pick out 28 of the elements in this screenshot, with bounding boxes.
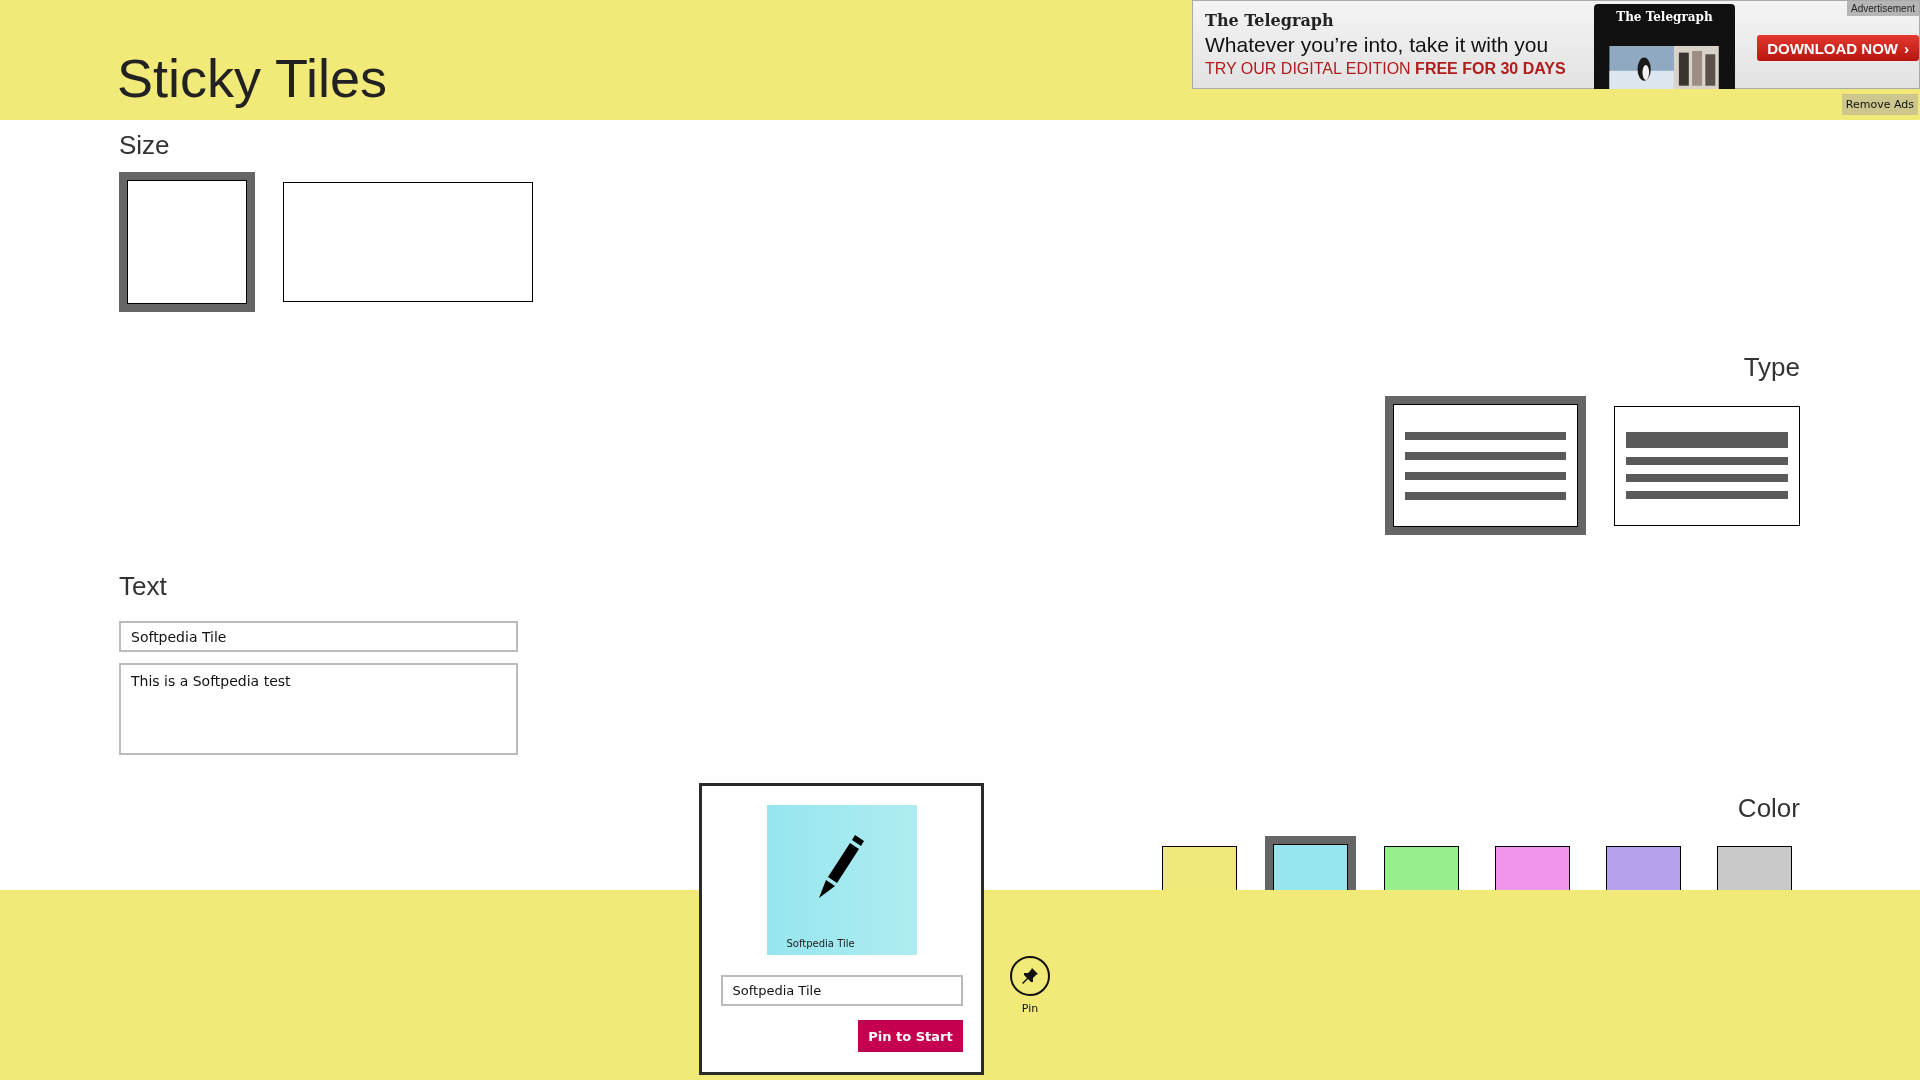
ad-offer: TRY OUR DIGITAL EDITION FREE FOR 30 DAYS xyxy=(1205,60,1566,78)
color-swatch[interactable] xyxy=(1495,846,1570,891)
download-button[interactable]: DOWNLOAD NOW › xyxy=(1757,35,1919,61)
section-label: Text xyxy=(119,571,167,601)
size-option[interactable] xyxy=(283,182,533,302)
remove-ads-button[interactable]: Remove Ads xyxy=(1841,94,1918,115)
color-swatch[interactable] xyxy=(1162,846,1237,891)
color-swatch[interactable] xyxy=(1606,846,1681,891)
color-swatch[interactable] xyxy=(1384,846,1459,891)
section-label: Size xyxy=(119,130,170,160)
ad-label: Advertisement xyxy=(1847,1,1919,16)
app-title: Sticky Tiles xyxy=(116,47,388,108)
color-swatch[interactable] xyxy=(1717,846,1792,891)
device-brand: The Telegraph xyxy=(1616,10,1713,24)
tile-label: Softpedia Tile xyxy=(786,938,855,949)
size-option[interactable] xyxy=(119,172,255,312)
section-label: Color xyxy=(1737,793,1800,823)
type-option[interactable] xyxy=(1385,396,1586,535)
section-label: Type xyxy=(1743,352,1800,382)
title-input[interactable]: Softpedia Tile xyxy=(119,621,518,652)
ad-headline: Whatever you’re into, take it with you xyxy=(1205,33,1549,57)
type-option[interactable] xyxy=(1614,405,1800,526)
pin-to-start-button[interactable]: Pin to Start xyxy=(858,1020,963,1052)
ad-brand: The Telegraph xyxy=(1205,11,1334,30)
pencil-icon xyxy=(818,835,865,901)
pin-icon xyxy=(1020,966,1040,986)
body-textarea[interactable]: This is a Softpedia test xyxy=(119,663,518,755)
tile-name-input[interactable]: Softpedia Tile xyxy=(720,975,963,1006)
